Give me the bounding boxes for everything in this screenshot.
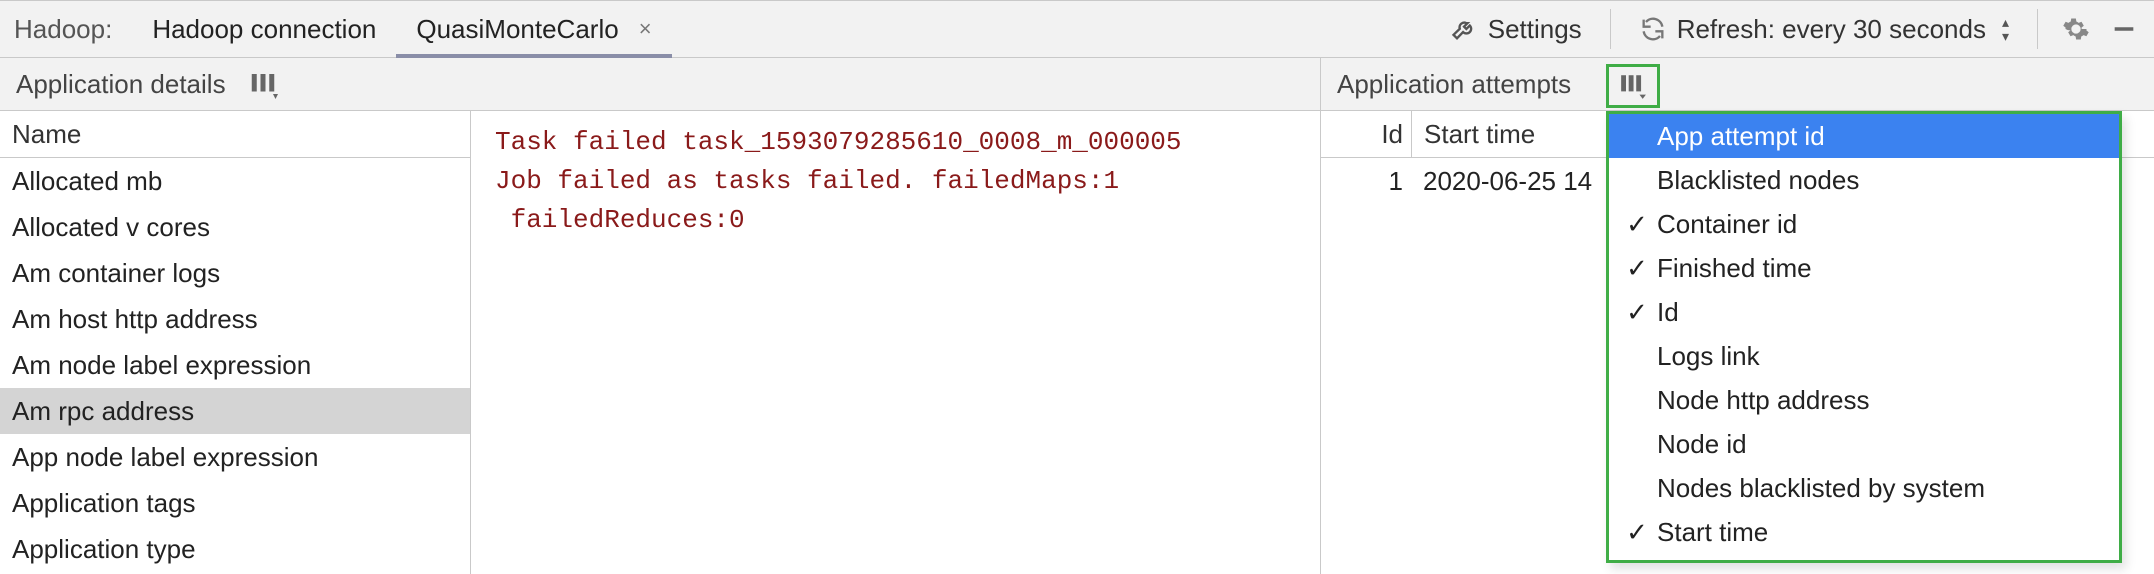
dropdown-option[interactable]: App attempt id <box>1609 114 2119 158</box>
column-chooser-dropdown[interactable]: App attempt idBlacklisted nodes✓Containe… <box>1606 111 2122 563</box>
dropdown-option-label: Id <box>1657 297 1679 328</box>
name-column: Name Allocated mbAllocated v coresAm con… <box>0 111 471 574</box>
separator <box>1610 9 1611 49</box>
dropdown-option[interactable]: Node id <box>1609 422 2119 466</box>
dropdown-option-label: Container id <box>1657 209 1797 240</box>
right-sub-toolbar: Application attempts <box>1321 58 2154 111</box>
minimize-button[interactable] <box>2104 11 2144 47</box>
dropdown-option[interactable]: ✓Finished time <box>1609 246 2119 290</box>
list-item[interactable]: Allocated v cores <box>0 204 470 250</box>
columns-icon <box>1619 72 1647 100</box>
dropdown-option-label: Finished time <box>1657 253 1812 284</box>
list-item[interactable]: Application type <box>0 526 470 572</box>
toolbar-spacer <box>672 1 1440 57</box>
list-item[interactable]: Am node label expression <box>0 342 470 388</box>
list-item[interactable]: Am container logs <box>0 250 470 296</box>
tab-label: QuasiMonteCarlo <box>416 14 618 45</box>
dropdown-option-label: Blacklisted nodes <box>1657 165 1859 196</box>
cell-id: 1 <box>1321 158 1411 204</box>
tab-quasimontecarlo[interactable]: QuasiMonteCarlo × <box>396 1 671 57</box>
log-line: Job failed as tasks failed. failedMaps:1 <box>495 162 1296 201</box>
dropdown-option-label: Logs link <box>1657 341 1760 372</box>
settings-button[interactable]: Settings <box>1440 10 1592 49</box>
dropdown-option[interactable]: Blacklisted nodes <box>1609 158 2119 202</box>
application-details-title: Application details <box>16 69 226 100</box>
dropdown-option-label: App attempt id <box>1657 121 1825 152</box>
separator <box>2037 9 2038 49</box>
close-icon[interactable]: × <box>639 18 652 40</box>
tabs-prefix: Hadoop: <box>0 1 132 57</box>
check-icon: ✓ <box>1623 517 1651 548</box>
log-line: failedReduces:0 <box>495 201 1296 240</box>
log-column: Task failed task_1593079285610_0008_m_00… <box>471 111 1320 574</box>
dropdown-option[interactable]: Logs link <box>1609 334 2119 378</box>
dropdown-option[interactable]: ✓Container id <box>1609 202 2119 246</box>
refresh-label: Refresh: every 30 seconds <box>1677 14 1986 45</box>
log-lines: Task failed task_1593079285610_0008_m_00… <box>495 123 1296 240</box>
col-header-id[interactable]: Id <box>1321 111 1412 157</box>
refresh-icon <box>1639 15 1667 43</box>
check-icon: ✓ <box>1623 297 1651 328</box>
column-chooser-button-active[interactable] <box>1606 64 1660 108</box>
toolbar-actions: Settings Refresh: every 30 seconds ▴▾ <box>1440 1 2154 57</box>
dropdown-option-label: Nodes blacklisted by system <box>1657 473 1985 504</box>
refresh-button[interactable]: Refresh: every 30 seconds ▴▾ <box>1629 10 2019 49</box>
dropdown-option-label: Start time <box>1657 517 1768 548</box>
name-column-header[interactable]: Name <box>0 111 470 158</box>
settings-label: Settings <box>1488 14 1582 45</box>
minimize-icon <box>2110 15 2138 43</box>
wrench-icon <box>1450 15 1478 43</box>
dropdown-option-label: Node http address <box>1657 385 1869 416</box>
list-item[interactable]: Am rpc address <box>0 388 470 434</box>
column-chooser-button[interactable] <box>248 69 278 99</box>
gear-icon <box>2062 15 2090 43</box>
list-item[interactable]: Allocated mb <box>0 158 470 204</box>
dropdown-option-label: Node id <box>1657 429 1747 460</box>
main-split: Application details Name Allocated mbAll… <box>0 58 2154 574</box>
columns-icon <box>248 69 278 99</box>
name-rows: Allocated mbAllocated v coresAm containe… <box>0 158 470 572</box>
dropdown-option[interactable]: Nodes blacklisted by system <box>1609 466 2119 510</box>
log-line: Task failed task_1593079285610_0008_m_00… <box>495 123 1296 162</box>
left-content: Name Allocated mbAllocated v coresAm con… <box>0 111 1320 574</box>
top-toolbar: Hadoop: Hadoop connection QuasiMonteCarl… <box>0 0 2154 58</box>
tab-label: Hadoop connection <box>152 14 376 45</box>
left-panel: Application details Name Allocated mbAll… <box>0 58 1321 574</box>
dropdown-option[interactable]: ✓Start time <box>1609 510 2119 554</box>
dropdown-option[interactable]: Node http address <box>1609 378 2119 422</box>
list-item[interactable]: App node label expression <box>0 434 470 480</box>
gear-button[interactable] <box>2056 11 2096 47</box>
tab-hadoop-connection[interactable]: Hadoop connection <box>132 1 396 57</box>
application-attempts-title: Application attempts <box>1337 69 1571 100</box>
list-item[interactable]: Am host http address <box>0 296 470 342</box>
dropdown-option[interactable]: ✓Id <box>1609 290 2119 334</box>
left-sub-toolbar: Application details <box>0 58 1320 111</box>
check-icon: ✓ <box>1623 253 1651 284</box>
tabs-container: Hadoop: Hadoop connection QuasiMonteCarl… <box>0 1 672 57</box>
right-panel: Application attempts Id Start time ner i… <box>1321 58 2154 574</box>
stepper-icon[interactable]: ▴▾ <box>2002 15 2009 43</box>
list-item[interactable]: Application tags <box>0 480 470 526</box>
check-icon: ✓ <box>1623 209 1651 240</box>
